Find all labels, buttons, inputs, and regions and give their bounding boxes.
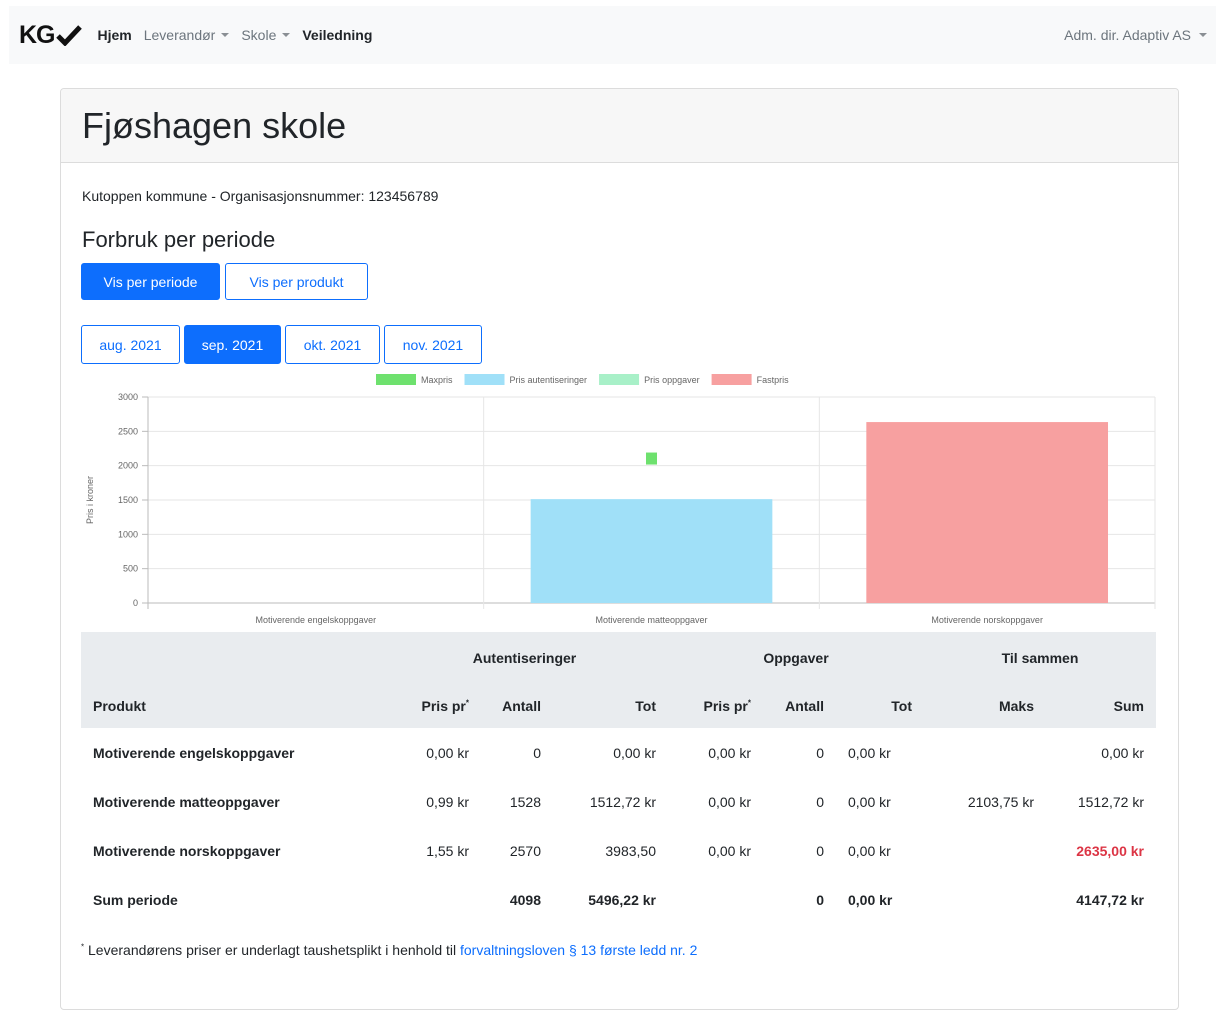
legend-label: Pris oppgaver <box>644 375 700 385</box>
header-label: Pris pr <box>421 698 466 714</box>
y-tick-label: 3000 <box>118 392 138 402</box>
cell-a-pris: 0,00 kr <box>426 744 469 761</box>
bar-fastpris <box>866 422 1109 603</box>
header-a-tot: Tot <box>635 698 656 714</box>
group-oppgaver: Oppgaver <box>763 650 829 666</box>
y-tick-label: 1500 <box>118 495 138 505</box>
cell-empty <box>381 875 481 924</box>
cell-maks: 2103,75 kr <box>967 793 1034 810</box>
cell-sum-total: 4147,72 kr <box>1076 891 1144 908</box>
footnote-text: Leverandørens priser er underlagt taushe… <box>84 942 460 958</box>
y-tick-label: 2000 <box>118 461 138 471</box>
group-empty <box>81 632 381 684</box>
cell-o-pris: 0,00 kr <box>708 744 751 761</box>
cell-maks <box>924 728 1046 777</box>
cell-produkt: Motiverende engelskoppgaver <box>93 744 295 761</box>
cell-sum: 1512,72 kr <box>1077 793 1144 810</box>
y-tick-label: 1000 <box>118 529 138 539</box>
legend-swatch <box>599 374 640 385</box>
cell-sum-o-antall: 0 <box>816 891 824 908</box>
legend-swatch <box>376 374 416 385</box>
footnote-mark: * <box>747 698 751 708</box>
header-a-antall: Antall <box>502 698 541 714</box>
cell-empty <box>924 875 1046 924</box>
legend-label: Pris autentiseringer <box>510 375 588 385</box>
footnote-mark: * <box>465 698 469 708</box>
y-tick-label: 2500 <box>118 426 138 436</box>
header-a-pris-pr: Pris pr* <box>381 684 481 728</box>
cell-sum-label: Sum periode <box>93 891 178 908</box>
cell-sum-a-antall: 4098 <box>509 891 541 908</box>
cell-empty <box>668 875 763 924</box>
cell-a-tot: 3983,50 <box>605 842 656 859</box>
cell-o-antall: 0 <box>816 793 824 810</box>
cell-a-antall: 0 <box>533 744 541 761</box>
cell-a-antall: 2570 <box>509 842 541 859</box>
cell-a-pris: 0,99 kr <box>426 793 469 810</box>
header-o-antall: Antall <box>785 698 824 714</box>
x-tick-label: Motiverende engelskoppgaver <box>256 615 377 625</box>
table-row: Motiverende engelskoppgaver 0,00 kr 0 0,… <box>81 728 1156 777</box>
table-header: Produkt Pris pr* Antall Tot Pris pr* Ant… <box>81 684 1156 728</box>
x-tick-label: Motiverende matteoppgaver <box>595 615 707 625</box>
legend-swatch <box>711 374 752 385</box>
x-tick-label: Motiverende norskoppgaver <box>931 615 1043 625</box>
maxpris-marker <box>646 452 657 465</box>
legend-swatch <box>464 374 505 385</box>
cell-o-pris: 0,00 kr <box>708 793 751 810</box>
group-autentiseringer: Autentiseringer <box>472 650 577 666</box>
cell-sum-o-tot: 0,00 kr <box>848 891 893 908</box>
cell-o-antall: 0 <box>816 744 824 761</box>
header-o-pris-pr: Pris pr* <box>668 684 763 728</box>
bar-pris-autentiseringer <box>530 499 773 603</box>
cell-o-antall: 0 <box>816 842 824 859</box>
header-maks: Maks <box>998 698 1034 714</box>
footnote: * Leverandørens priser er underlagt taus… <box>81 942 697 958</box>
header-produkt: Produkt <box>93 698 146 714</box>
table-group-header: Autentiseringer Oppgaver Til sammen <box>81 632 1156 684</box>
cell-o-tot: 0,00 kr <box>848 744 891 761</box>
header-sum: Sum <box>1113 698 1144 714</box>
cell-maks <box>924 826 1046 875</box>
table-row: Motiverende norskoppgaver 1,55 kr 2570 3… <box>81 826 1156 875</box>
forvaltningsloven-link[interactable]: forvaltningsloven § 13 første ledd nr. 2 <box>460 942 697 958</box>
cell-a-pris: 1,55 kr <box>426 842 469 859</box>
group-til-sammen: Til sammen <box>1001 650 1079 666</box>
legend-label: Fastpris <box>757 375 790 385</box>
cell-a-tot: 1512,72 kr <box>589 793 656 810</box>
cell-sum-a-tot: 5496,22 kr <box>588 891 656 908</box>
cell-o-tot: 0,00 kr <box>848 842 891 859</box>
cell-o-tot: 0,00 kr <box>848 793 891 810</box>
sum-row: Sum periode 4098 5496,22 kr 0 0,00 kr 41… <box>81 875 1156 924</box>
table-row: Motiverende matteoppgaver 0,99 kr 1528 1… <box>81 777 1156 826</box>
consumption-chart: 0 500 1000 1500 2000 2500 3000 Pris i kroner Mot… <box>85 374 1156 625</box>
header-o-tot: Tot <box>891 698 912 714</box>
cell-a-antall: 1528 <box>509 793 541 810</box>
cell-produkt: Motiverende norskoppgaver <box>93 842 281 859</box>
cell-produkt: Motiverende matteoppgaver <box>93 793 280 810</box>
cell-o-pris: 0,00 kr <box>708 842 751 859</box>
y-tick-label: 0 <box>133 598 138 608</box>
legend-label: Maxpris <box>421 375 453 385</box>
header-label: Pris pr <box>703 698 748 714</box>
y-tick-label: 500 <box>123 564 138 574</box>
cell-a-tot: 0,00 kr <box>613 744 656 761</box>
cell-sum: 2635,00 kr <box>1076 842 1144 859</box>
cell-sum: 0,00 kr <box>1101 744 1144 761</box>
y-axis-label: Pris i kroner <box>85 476 95 524</box>
consumption-table: Autentiseringer Oppgaver Til sammen Prod… <box>81 632 1156 924</box>
